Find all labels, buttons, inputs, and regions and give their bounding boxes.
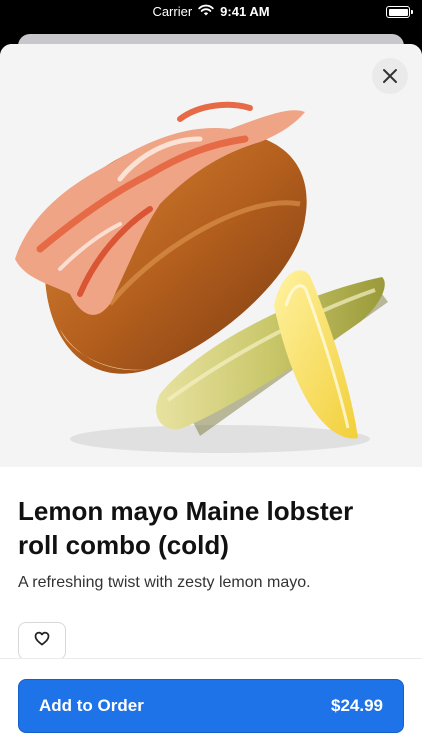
wifi-icon xyxy=(198,4,214,19)
product-image xyxy=(0,44,422,467)
battery-icon xyxy=(386,6,413,18)
add-to-order-button[interactable]: Add to Order $24.99 xyxy=(18,679,404,733)
product-sheet: Lemon mayo Maine lobster roll combo (col… xyxy=(0,44,422,750)
close-icon xyxy=(382,68,398,84)
product-title: Lemon mayo Maine lobster roll combo (col… xyxy=(18,496,354,560)
status-bar: Carrier 9:41 AM xyxy=(0,0,422,28)
status-center: Carrier 9:41 AM xyxy=(0,4,422,19)
favorite-button[interactable] xyxy=(18,622,66,660)
bottom-action-bar: Add to Order $24.99 xyxy=(0,658,422,750)
product-description: A refreshing twist with zesty lemon mayo… xyxy=(18,574,311,591)
add-to-order-label: Add to Order xyxy=(39,696,144,715)
close-button[interactable] xyxy=(372,58,408,94)
carrier-label: Carrier xyxy=(152,4,193,19)
heart-icon xyxy=(34,631,50,651)
order-price: $24.99 xyxy=(331,696,383,715)
status-time: 9:41 AM xyxy=(220,4,270,19)
